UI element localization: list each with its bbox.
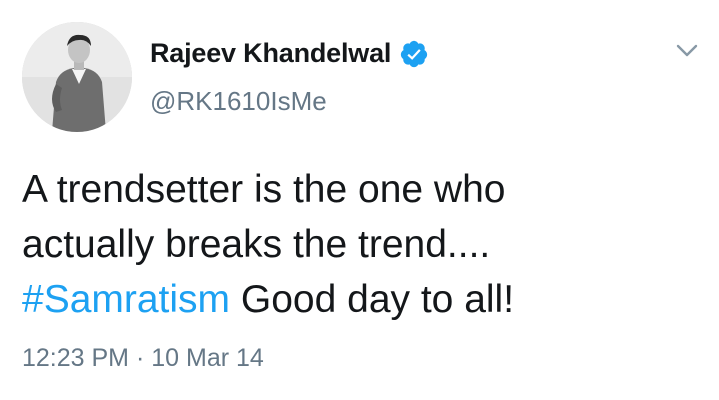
tweet-line: #Samratism Good day to all! xyxy=(22,272,702,327)
avatar[interactable] xyxy=(22,22,132,132)
author-name[interactable]: Rajeev Khandelwal xyxy=(150,38,391,69)
tweet-line: actually breaks the trend.... xyxy=(22,223,491,266)
tweet-date: 10 Mar 14 xyxy=(151,344,264,372)
avatar-photo xyxy=(22,22,132,132)
author-handle[interactable]: @RK1610IsMe xyxy=(150,86,327,117)
tweet-text-tail: Good day to all! xyxy=(230,278,515,321)
tweet-timestamp[interactable]: 12:23 PM · 10 Mar 14 xyxy=(22,344,264,373)
tweet-time: 12:23 PM xyxy=(22,344,130,372)
meta-separator: · xyxy=(129,344,152,372)
author-row: Rajeev Khandelwal xyxy=(150,38,429,69)
tweet-line: A trendsetter is the one who xyxy=(22,168,506,211)
chevron-down-icon[interactable] xyxy=(672,40,702,62)
hashtag-link[interactable]: #Samratism xyxy=(22,278,230,321)
tweet-text: A trendsetter is the one who actually br… xyxy=(22,162,702,327)
verified-badge-icon xyxy=(401,40,428,67)
